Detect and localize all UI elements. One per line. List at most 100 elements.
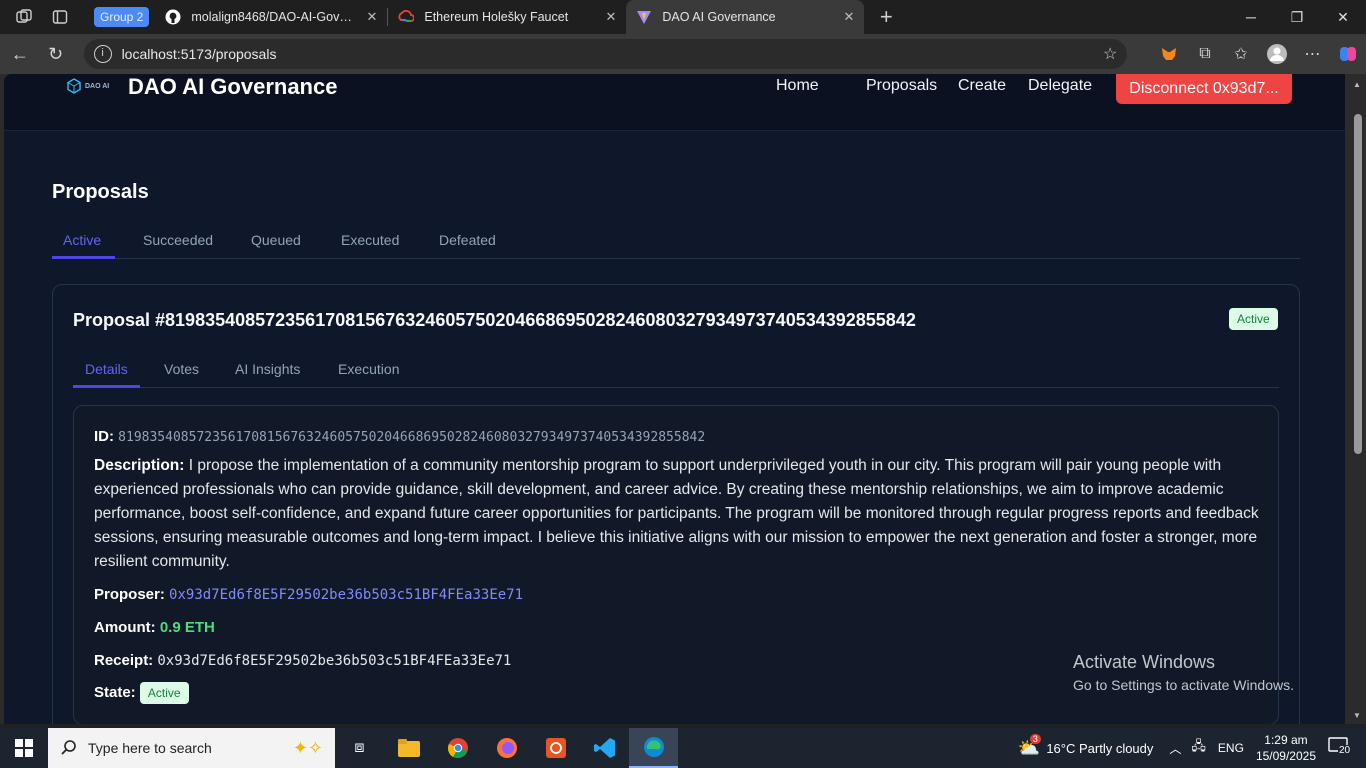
web-page: DAO AI DAO AI Governance Home Proposals …	[4, 74, 1345, 724]
site-header: DAO AI DAO AI Governance Home Proposals …	[4, 74, 1345, 131]
window-controls: ─ ❐ ✕	[1228, 0, 1366, 34]
proposer-address[interactable]: 0x93d7Ed6f8E5F29502be36b503c51BF4FEa33Ee…	[169, 587, 523, 603]
notification-center-icon[interactable]: 20	[1328, 737, 1358, 759]
tab-title: Ethereum Holešky Faucet	[424, 10, 569, 24]
network-icon[interactable]: 🖧	[1191, 737, 1206, 759]
tab-execution[interactable]: Execution	[338, 361, 399, 377]
nav-home[interactable]: Home	[776, 75, 819, 97]
search-icon	[61, 740, 76, 755]
notification-count: 20	[1338, 745, 1352, 756]
minimize-icon[interactable]: ─	[1228, 0, 1274, 34]
extensions-icon[interactable]: ⧉	[1187, 38, 1223, 70]
close-tab-icon[interactable]: ✕	[366, 9, 377, 25]
tab-votes[interactable]: Votes	[164, 361, 199, 377]
id-label: ID:	[94, 428, 114, 445]
receipt-label: Receipt:	[94, 652, 154, 669]
description-label: Description:	[94, 457, 185, 474]
clock-date: 15/09/2025	[1255, 749, 1316, 763]
tab-faucet[interactable]: Ethereum Holešky Faucet ✕	[388, 0, 626, 34]
nav-delegate[interactable]: Delegate	[1028, 75, 1092, 97]
browser-toolbar: ← ↻ i localhost:5173/proposals ☆ ⧉ ✩ ⋯	[0, 34, 1366, 74]
system-tray: ⛅ 3 16°C Partly cloudy ︿ 🖧 ENG 1:29 am 15…	[1018, 728, 1366, 768]
tab-ai-insights[interactable]: AI Insights	[235, 361, 300, 377]
clock-time: 1:29 am	[1264, 733, 1308, 747]
watermark-line2: Go to Settings to activate Windows.	[1073, 677, 1294, 693]
url-text: localhost:5173/proposals	[121, 46, 277, 62]
search-placeholder: Type here to search	[88, 740, 212, 756]
receipt-row: Receipt: 0x93d7Ed6f8E5F29502be36b503c51B…	[94, 652, 511, 669]
address-bar[interactable]: i localhost:5173/proposals ☆	[83, 39, 1128, 69]
windows-start-icon[interactable]	[0, 728, 48, 768]
weather-cloud-icon: ⛅ 3	[1017, 733, 1041, 758]
tab-succeeded[interactable]: Succeeded	[143, 232, 213, 248]
close-tab-icon[interactable]: ✕	[605, 9, 616, 25]
receipt-address: 0x93d7Ed6f8E5F29502be36b503c51BF4FEa33Ee…	[157, 653, 512, 669]
tab-title: DAO AI Governance	[662, 10, 776, 24]
page-scrollbar[interactable]: ▲ ▼	[1349, 74, 1366, 724]
favorite-star-icon[interactable]: ☆	[1103, 44, 1117, 64]
google-cloud-icon	[398, 10, 415, 22]
site-info-icon[interactable]: i	[93, 45, 112, 63]
edge-icon[interactable]	[629, 728, 678, 768]
logo-text: DAO AI	[85, 82, 110, 90]
workspaces-icon[interactable]	[12, 5, 36, 29]
tab-queued[interactable]: Queued	[251, 232, 301, 248]
state-label: State:	[94, 684, 136, 701]
language-indicator[interactable]: ENG	[1218, 741, 1244, 755]
description-row: Description: I propose the implementatio…	[94, 454, 1260, 574]
amount-label: Amount:	[94, 619, 156, 636]
tab-dao-governance[interactable]: DAO AI Governance ✕	[626, 0, 865, 34]
scroll-down-icon[interactable]: ▼	[1353, 711, 1361, 720]
task-view-icon[interactable]: ⧈	[335, 728, 384, 768]
nav-create[interactable]: Create	[958, 75, 1006, 97]
tab-details[interactable]: Details	[85, 361, 128, 377]
favorites-icon[interactable]: ✩	[1223, 38, 1259, 70]
github-icon	[165, 9, 181, 25]
tab-github[interactable]: molalign8468/DAO-AI-Governance ✕	[155, 0, 387, 34]
amount-row: Amount: 0.9 ETH	[94, 619, 215, 636]
clock[interactable]: 1:29 am 15/09/2025	[1256, 732, 1316, 764]
site-brand-title[interactable]: DAO AI Governance	[128, 74, 337, 100]
cube-logo-icon	[67, 78, 81, 94]
scroll-up-icon[interactable]: ▲	[1353, 80, 1361, 89]
proposal-title: Proposal #819835408572356170815676324605…	[73, 310, 916, 330]
close-window-icon[interactable]: ✕	[1320, 0, 1366, 34]
browser-tabbar: Group 2 molalign8468/DAO-AI-Governance ✕…	[0, 0, 1366, 34]
browser-viewport: DAO AI DAO AI Governance Home Proposals …	[0, 74, 1366, 724]
disconnect-wallet-button[interactable]: Disconnect 0x93d7...	[1116, 74, 1292, 104]
site-logo[interactable]: DAO AI	[66, 76, 110, 96]
nav-proposals[interactable]: Proposals	[866, 75, 937, 97]
tab-defeated[interactable]: Defeated	[439, 232, 496, 248]
tab-executed[interactable]: Executed	[341, 232, 399, 248]
vite-icon	[637, 11, 652, 24]
chrome-icon[interactable]	[433, 728, 482, 768]
id-row: ID: 819835408572356170815676324605750204…	[94, 428, 705, 445]
vscode-icon[interactable]	[580, 728, 629, 768]
new-tab-button[interactable]: +	[872, 4, 900, 30]
description-text: I propose the implementation of a commun…	[94, 457, 1259, 570]
active-tab-underline	[73, 385, 140, 388]
copilot-icon[interactable]	[1330, 38, 1366, 70]
weather-badge: 3	[1029, 733, 1041, 744]
tab-group-chip[interactable]: Group 2	[94, 7, 150, 27]
show-hidden-icons[interactable]: ︿	[1169, 740, 1181, 757]
close-tab-icon[interactable]: ✕	[843, 9, 854, 25]
ubuntu-icon[interactable]	[531, 728, 580, 768]
reload-icon[interactable]: ↻	[38, 38, 74, 70]
proposal-detail-tabs: Details Votes AI Insights Execution	[73, 351, 1279, 388]
vertical-tabs-icon[interactable]	[48, 5, 72, 29]
profile-avatar-icon[interactable]	[1259, 38, 1295, 70]
back-icon[interactable]: ←	[2, 38, 38, 70]
scrollbar-thumb[interactable]	[1354, 114, 1362, 454]
firefox-icon[interactable]	[482, 728, 531, 768]
active-tab-underline	[52, 256, 115, 259]
windows-taskbar: Type here to search ✦✧ ⧈ ⛅ 3 16°C Partly …	[0, 728, 1366, 768]
more-options-icon[interactable]: ⋯	[1294, 38, 1330, 70]
tab-active[interactable]: Active	[63, 232, 101, 248]
metamask-icon[interactable]	[1151, 38, 1187, 70]
taskbar-search-box[interactable]: Type here to search ✦✧	[48, 728, 335, 768]
restore-icon[interactable]: ❐	[1274, 0, 1320, 34]
weather-widget[interactable]: ⛅ 3 16°C Partly cloudy	[1017, 733, 1153, 759]
state-badge: Active	[139, 682, 189, 704]
file-explorer-icon[interactable]	[384, 728, 433, 768]
